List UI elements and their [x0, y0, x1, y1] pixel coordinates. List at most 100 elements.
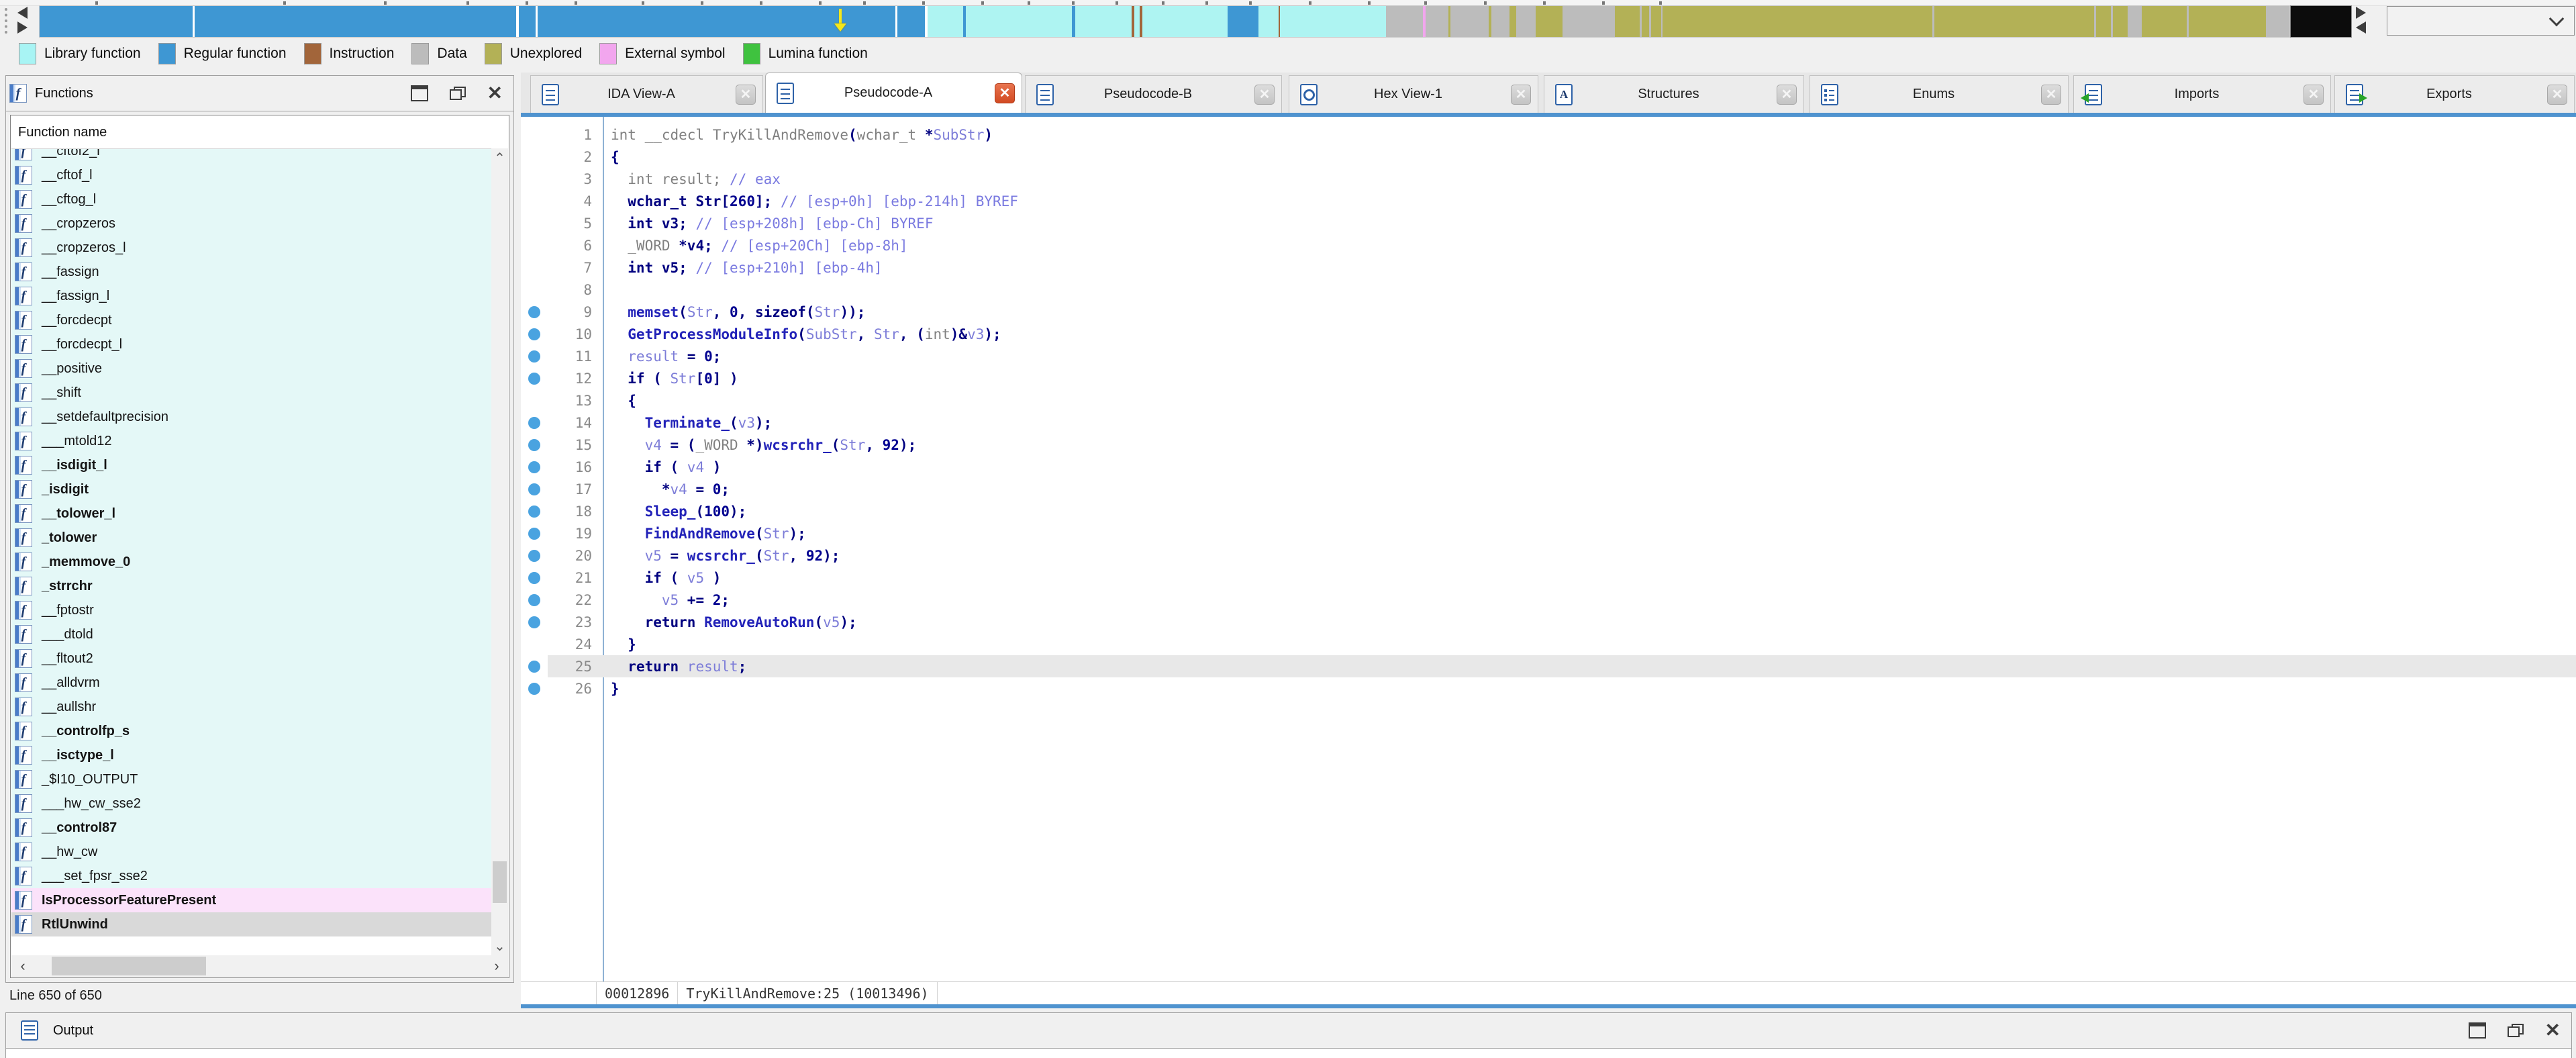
tab-pseudocode-a[interactable]: Pseudocode-A ✕ — [765, 73, 1022, 113]
code-text[interactable]: } — [592, 681, 2576, 697]
vertical-scroll-thumb[interactable] — [493, 861, 507, 903]
horizontal-scroll-thumb[interactable] — [52, 957, 206, 975]
code-line[interactable]: 22 v5 += 2; — [521, 589, 2576, 611]
function-list-item[interactable]: f _strrchr — [11, 574, 491, 598]
breakpoint-dot[interactable] — [528, 571, 540, 584]
function-list-item[interactable]: f __aullshr — [11, 695, 491, 719]
code-line[interactable]: 13 { — [521, 389, 2576, 412]
code-line[interactable]: 21 if ( v5 ) — [521, 567, 2576, 589]
code-line[interactable]: 16 if ( v4 ) — [521, 456, 2576, 478]
code-line[interactable]: 18 Sleep_(100); — [521, 500, 2576, 522]
code-line[interactable]: 24 } — [521, 633, 2576, 655]
breakpoint-dot[interactable] — [528, 305, 540, 318]
code-line[interactable]: 19 FindAndRemove(Str); — [521, 522, 2576, 544]
code-line[interactable]: 20 v5 = wcsrchr_(Str, 92); — [521, 544, 2576, 567]
code-text[interactable]: int result; // eax — [592, 171, 2576, 187]
breakpoint-dot[interactable] — [528, 527, 540, 540]
function-list-item[interactable]: f __forcdecpt_l — [11, 332, 491, 356]
code-line[interactable]: 3 int result; // eax — [521, 168, 2576, 190]
function-list-item[interactable]: f __cftof2_l — [11, 148, 491, 163]
tab-close-icon[interactable]: ✕ — [2303, 84, 2324, 105]
tab-close-icon[interactable]: ✕ — [1511, 84, 1531, 105]
tab-close-icon[interactable]: ✕ — [1254, 84, 1275, 105]
function-list-item[interactable]: f __hw_cw — [11, 840, 491, 864]
functions-horizontal-scrollbar[interactable]: ‹ › — [11, 955, 508, 977]
breakpoint-dot[interactable] — [528, 416, 540, 429]
function-list-item[interactable]: f _isdigit — [11, 477, 491, 501]
code-line[interactable]: 17 *v4 = 0; — [521, 478, 2576, 500]
code-text[interactable]: if ( v5 ) — [592, 570, 2576, 586]
code-line[interactable]: 9 memset(Str, 0, sizeof(Str)); — [521, 301, 2576, 323]
tab-enums[interactable]: Enums ✕ — [1810, 75, 2069, 113]
function-list-item[interactable]: f ___dtold — [11, 622, 491, 646]
tab-close-icon[interactable]: ✕ — [736, 84, 756, 105]
function-list-item[interactable]: f IsProcessorFeaturePresent — [11, 888, 491, 912]
function-list-item[interactable]: f __setdefaultprecision — [11, 405, 491, 429]
code-text[interactable]: Sleep_(100); — [592, 503, 2576, 520]
tab-exports[interactable]: Exports ✕ — [2334, 75, 2575, 113]
code-text[interactable]: int __cdecl TryKillAndRemove(wchar_t *Su… — [592, 127, 2576, 143]
code-text[interactable]: return RemoveAutoRun(v5); — [592, 614, 2576, 630]
breakpoint-dot[interactable] — [528, 593, 540, 606]
output-panel-content[interactable] — [5, 1049, 2572, 1058]
navband-scroll-right-icon[interactable] — [17, 21, 28, 34]
maximize-icon[interactable] — [2468, 1022, 2486, 1039]
code-text[interactable]: { — [592, 149, 2576, 165]
function-list-item[interactable]: f __positive — [11, 356, 491, 381]
code-line[interactable]: 8 — [521, 279, 2576, 301]
breakpoint-dot[interactable] — [528, 505, 540, 518]
code-text[interactable]: return result; — [592, 658, 2576, 675]
scroll-left-icon[interactable]: ‹ — [11, 957, 34, 975]
navigation-band[interactable] — [39, 5, 2290, 38]
function-list-item[interactable]: f __cftof_l — [11, 163, 491, 187]
code-text[interactable]: v4 = (_WORD *)wcsrchr_(Str, 92); — [592, 437, 2576, 453]
code-line[interactable]: 23 return RemoveAutoRun(v5); — [521, 611, 2576, 633]
breakpoint-dot[interactable] — [528, 549, 540, 562]
function-list-item[interactable]: f __forcdecpt — [11, 308, 491, 332]
code-line[interactable]: 6 _WORD *v4; // [esp+20Ch] [ebp-8h] — [521, 234, 2576, 256]
navband-scroll-left-icon[interactable] — [17, 7, 28, 19]
scroll-down-icon[interactable]: ⌄ — [491, 936, 508, 955]
function-list-item[interactable]: f __control87 — [11, 816, 491, 840]
function-list-item[interactable]: f __isctype_l — [11, 743, 491, 767]
function-list-item[interactable]: f __tolower_l — [11, 501, 491, 526]
code-line[interactable]: 7 int v5; // [esp+210h] [ebp-4h] — [521, 256, 2576, 279]
pseudocode-view[interactable]: 1 int __cdecl TryKillAndRemove(wchar_t *S… — [521, 117, 2576, 981]
code-line[interactable]: 25 return result; — [521, 655, 2576, 677]
function-list-item[interactable]: f __fassign_l — [11, 284, 491, 308]
code-text[interactable]: int v3; // [esp+208h] [ebp-Ch] BYREF — [592, 215, 2576, 232]
breakpoint-dot[interactable] — [528, 660, 540, 673]
function-list-item[interactable]: f __cropzeros — [11, 211, 491, 236]
breakpoint-dot[interactable] — [528, 483, 540, 495]
code-text[interactable]: if ( v4 ) — [592, 459, 2576, 475]
scroll-up-icon[interactable]: ⌃ — [491, 148, 508, 167]
tab-close-icon[interactable]: ✕ — [994, 83, 1015, 103]
code-text[interactable]: { — [592, 393, 2576, 409]
code-text[interactable]: GetProcessModuleInfo(SubStr, Str, (int)&… — [592, 326, 2576, 342]
tab-close-icon[interactable]: ✕ — [2041, 84, 2061, 105]
functions-panel-titlebar[interactable]: f Functions ✕ — [6, 76, 513, 111]
tab-hex-view-1[interactable]: Hex View-1 ✕ — [1289, 75, 1538, 113]
restore-icon[interactable] — [449, 87, 466, 100]
function-list-item[interactable]: f __fassign — [11, 260, 491, 284]
code-line[interactable]: 26} — [521, 677, 2576, 700]
code-text[interactable]: *v4 = 0; — [592, 481, 2576, 497]
tab-close-icon[interactable]: ✕ — [1777, 84, 1797, 105]
code-line[interactable]: 4 wchar_t Str[260]; // [esp+0h] [ebp-214… — [521, 190, 2576, 212]
code-text[interactable]: v5 += 2; — [592, 592, 2576, 608]
toolbar-drag-handle[interactable] — [5, 8, 7, 34]
function-list-item[interactable]: f ___hw_cw_sse2 — [11, 791, 491, 816]
functions-column-header[interactable]: Function name — [11, 116, 491, 149]
tab-structures[interactable]: A Structures ✕ — [1544, 75, 1804, 113]
code-line[interactable]: 1 int __cdecl TryKillAndRemove(wchar_t *S… — [521, 124, 2576, 146]
tab-pseudocode-b[interactable]: Pseudocode-B ✕ — [1025, 75, 1282, 113]
function-list-item[interactable]: f _memmove_0 — [11, 550, 491, 574]
maximize-icon[interactable] — [410, 85, 428, 101]
function-list-item[interactable]: f __alldvrm — [11, 671, 491, 695]
code-text[interactable]: memset(Str, 0, sizeof(Str)); — [592, 304, 2576, 320]
tab-close-icon[interactable]: ✕ — [2547, 84, 2567, 105]
code-line[interactable]: 12 if ( Str[0] ) — [521, 367, 2576, 389]
code-text[interactable]: _WORD *v4; // [esp+20Ch] [ebp-8h] — [592, 238, 2576, 254]
function-list-item[interactable]: f ___set_fpsr_sse2 — [11, 864, 491, 888]
code-text[interactable]: wchar_t Str[260]; // [esp+0h] [ebp-214h]… — [592, 193, 2576, 209]
